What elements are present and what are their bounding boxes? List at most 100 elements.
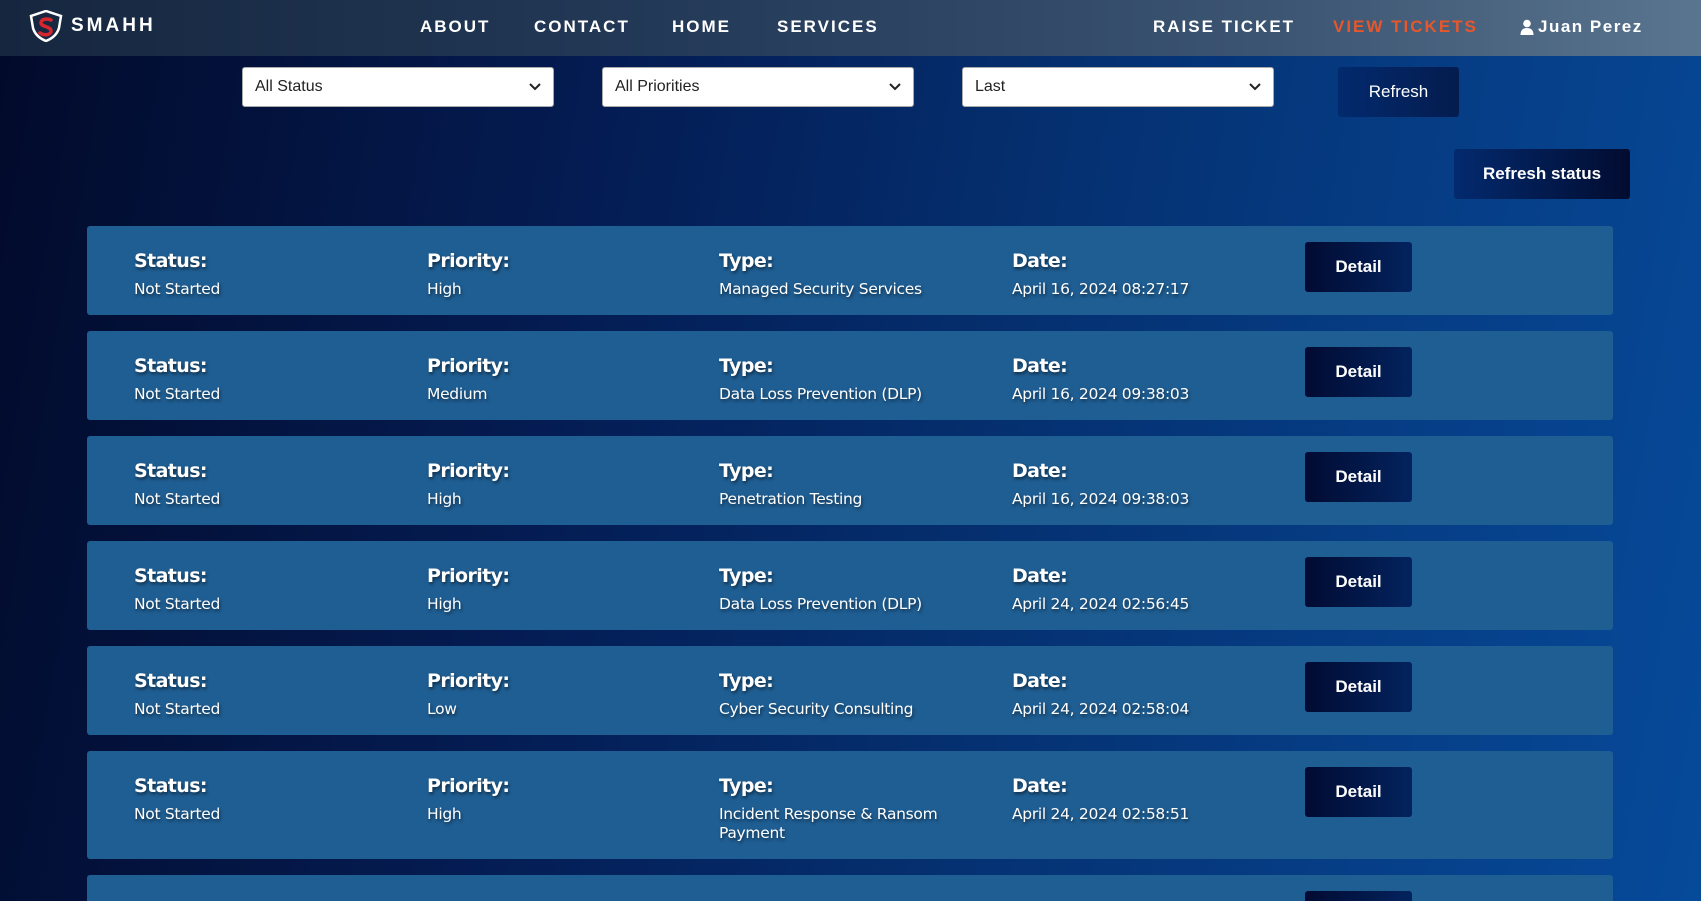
refresh-status-button[interactable]: Refresh status (1454, 149, 1630, 199)
ticket-date: Date: April 24, 2024 02:58:04 (1012, 670, 1272, 719)
priority-value: High (427, 490, 462, 508)
ticket-type: Type: Cyber Security Consulting (719, 670, 949, 719)
detail-button[interactable]: Detail (1305, 242, 1412, 292)
chevron-down-icon (1249, 83, 1261, 91)
type-label: Type: (719, 355, 774, 377)
ticket-priority: Priority: High (427, 775, 687, 824)
ticket-priority: Priority: Low (427, 670, 687, 719)
ticket-card (87, 875, 1613, 901)
priority-label: Priority: (427, 670, 510, 692)
priority-label: Priority: (427, 565, 510, 587)
priority-filter-select[interactable]: All Priorities (602, 67, 914, 107)
ticket-card: Status: Not Started Priority: High Type: In… (87, 751, 1613, 859)
shield-logo-icon (29, 10, 63, 42)
status-value: Not Started (134, 595, 221, 613)
ticket-status: Status: Not Started (134, 250, 394, 299)
priority-label: Priority: (427, 250, 510, 272)
chevron-down-icon (889, 83, 901, 91)
nav-raise-ticket[interactable]: RAISE TICKET (1153, 17, 1295, 37)
status-filter-select[interactable]: All Status (242, 67, 554, 107)
date-value: April 24, 2024 02:58:04 (1012, 700, 1190, 718)
ticket-date: Date: April 16, 2024 08:27:17 (1012, 250, 1272, 299)
type-label: Type: (719, 250, 774, 272)
ticket-date: Date: April 24, 2024 02:58:51 (1012, 775, 1272, 824)
priority-value: High (427, 280, 462, 298)
ticket-status: Status: Not Started (134, 670, 394, 719)
status-value: Not Started (134, 805, 221, 823)
ticket-status: Status: Not Started (134, 565, 394, 614)
status-label: Status: (134, 460, 208, 482)
user-icon (1520, 19, 1534, 35)
priority-label: Priority: (427, 460, 510, 482)
order-filter-select[interactable]: Last (962, 67, 1274, 107)
date-label: Date: (1012, 355, 1068, 377)
user-name: Juan Perez (1538, 17, 1643, 36)
date-label: Date: (1012, 775, 1068, 797)
ticket-type: Type: Data Loss Prevention (DLP) (719, 355, 949, 404)
ticket-card: Status: Not Started Priority: High Type: Ma… (87, 226, 1613, 315)
date-value: April 16, 2024 09:38:03 (1012, 490, 1190, 508)
date-label: Date: (1012, 460, 1068, 482)
nav-home[interactable]: HOME (672, 17, 731, 37)
brand-name: SMAHH (71, 15, 156, 36)
status-value: Not Started (134, 700, 221, 718)
date-label: Date: (1012, 250, 1068, 272)
ticket-priority: Priority: High (427, 250, 687, 299)
priority-filter-value: All Priorities (615, 78, 700, 95)
status-value: Not Started (134, 385, 221, 403)
status-label: Status: (134, 355, 208, 377)
detail-button[interactable]: Detail (1305, 767, 1412, 817)
status-value: Not Started (134, 490, 221, 508)
priority-label: Priority: (427, 775, 510, 797)
type-value: Incident Response & Ransom Payment (719, 805, 938, 842)
ticket-priority: Priority: Medium (427, 355, 687, 404)
ticket-date: Date: April 16, 2024 09:38:03 (1012, 460, 1272, 509)
ticket-priority: Priority: High (427, 565, 687, 614)
detail-button[interactable]: Detail (1305, 347, 1412, 397)
type-value: Penetration Testing (719, 490, 863, 508)
date-value: April 16, 2024 09:38:03 (1012, 385, 1190, 403)
type-value: Data Loss Prevention (DLP) (719, 385, 922, 403)
type-value: Cyber Security Consulting (719, 700, 914, 718)
ticket-card: Status: Not Started Priority: Low Type: Cyb… (87, 646, 1613, 735)
priority-label: Priority: (427, 355, 510, 377)
type-label: Type: (719, 775, 774, 797)
detail-button[interactable]: Detail (1305, 662, 1412, 712)
order-filter-value: Last (975, 78, 1006, 95)
status-label: Status: (134, 775, 208, 797)
chevron-down-icon (529, 83, 541, 91)
detail-button[interactable] (1305, 891, 1412, 901)
ticket-card: Status: Not Started Priority: High Type: Da… (87, 541, 1613, 630)
user-menu[interactable]: Juan Perez (1520, 17, 1643, 37)
status-filter-value: All Status (255, 78, 323, 95)
ticket-type: Type: Penetration Testing (719, 460, 949, 509)
ticket-date: Date: April 16, 2024 09:38:03 (1012, 355, 1272, 404)
nav-about[interactable]: ABOUT (420, 17, 490, 37)
brand[interactable]: SMAHH (29, 10, 156, 42)
ticket-type: Type: Data Loss Prevention (DLP) (719, 565, 949, 614)
detail-button[interactable]: Detail (1305, 452, 1412, 502)
date-value: April 24, 2024 02:56:45 (1012, 595, 1190, 613)
ticket-status: Status: Not Started (134, 460, 394, 509)
priority-value: Medium (427, 385, 488, 403)
status-label: Status: (134, 565, 208, 587)
ticket-card: Status: Not Started Priority: High Type: Pe… (87, 436, 1613, 525)
priority-value: High (427, 805, 462, 823)
ticket-date: Date: April 24, 2024 02:56:45 (1012, 565, 1272, 614)
date-value: April 16, 2024 08:27:17 (1012, 280, 1190, 298)
nav-view-tickets[interactable]: VIEW TICKETS (1333, 17, 1478, 37)
status-value: Not Started (134, 280, 221, 298)
nav-contact[interactable]: CONTACT (534, 17, 630, 37)
priority-value: High (427, 595, 462, 613)
type-label: Type: (719, 565, 774, 587)
nav-services[interactable]: SERVICES (777, 17, 879, 37)
type-value: Data Loss Prevention (DLP) (719, 595, 922, 613)
detail-button[interactable]: Detail (1305, 557, 1412, 607)
refresh-button[interactable]: Refresh (1338, 67, 1459, 117)
type-label: Type: (719, 670, 774, 692)
type-value: Managed Security Services (719, 280, 922, 298)
date-label: Date: (1012, 565, 1068, 587)
date-label: Date: (1012, 670, 1068, 692)
ticket-type: Type: Managed Security Services (719, 250, 949, 299)
ticket-type: Type: Incident Response & Ransom Payment (719, 775, 949, 843)
